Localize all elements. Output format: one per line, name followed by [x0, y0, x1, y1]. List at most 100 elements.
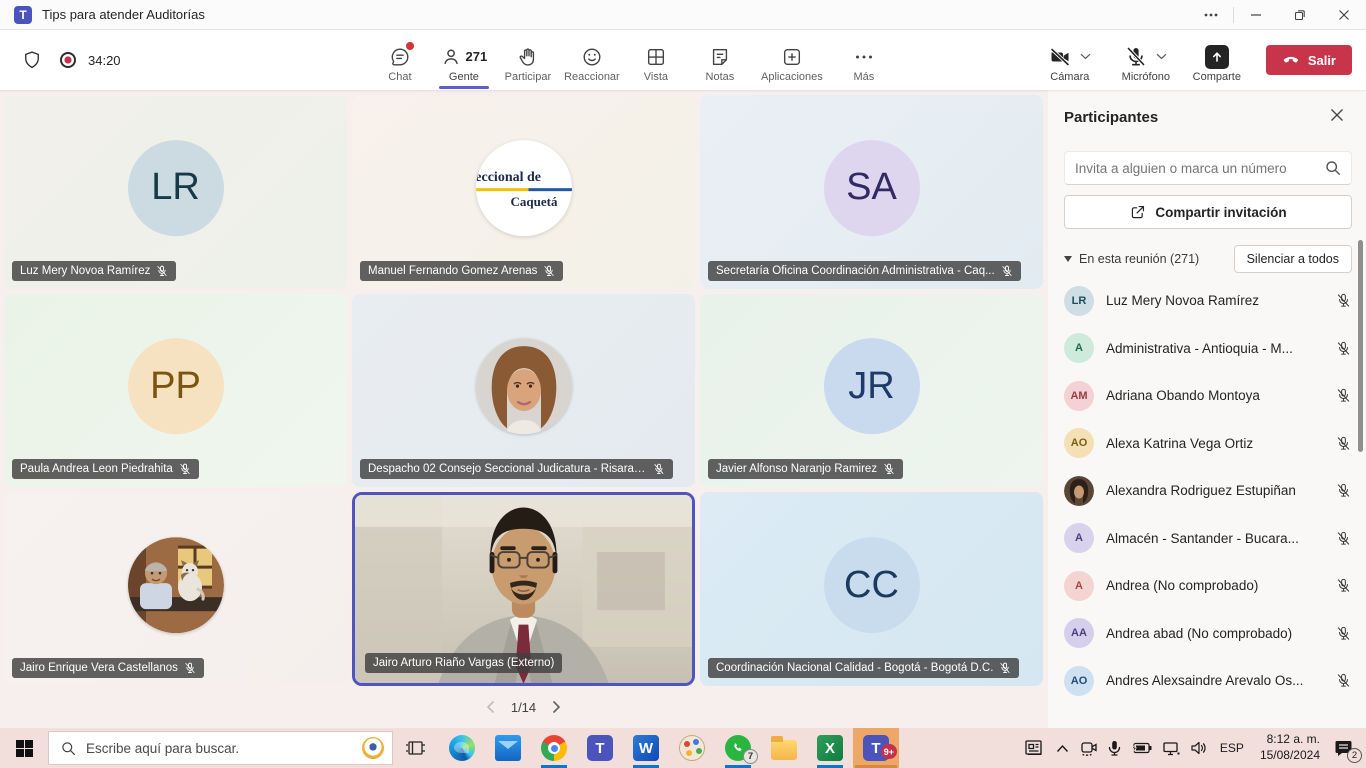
- taskbar-app-teams-meeting-active[interactable]: T 9+: [853, 728, 899, 768]
- tray-volume[interactable]: [1185, 728, 1212, 768]
- tray-mic-in-use[interactable]: [1103, 728, 1126, 768]
- video-tile-despacho-02[interactable]: Despacho 02 Consejo Seccional Judicatura…: [352, 294, 695, 488]
- window-more-button[interactable]: [1189, 0, 1233, 29]
- clock[interactable]: 8:12 a. m. 15/08/2024: [1252, 732, 1328, 763]
- whatsapp-badge: 7: [743, 749, 758, 764]
- participant-row[interactable]: AA Andrea abad (No comprobado): [1064, 610, 1352, 658]
- tray-network[interactable]: [1157, 728, 1185, 768]
- next-page-chevron-icon[interactable]: [552, 700, 561, 714]
- video-tile-javier-alfonso[interactable]: JR Javier Alfonso Naranjo Ramirez: [700, 294, 1043, 488]
- panel-scrollbar[interactable]: [1358, 240, 1363, 452]
- participant-row[interactable]: Alexandra Rodriguez Estupiñan: [1064, 467, 1352, 515]
- taskbar-app-teams[interactable]: T: [577, 728, 623, 768]
- participant-row[interactable]: A Almacén - Santander - Bucara...: [1064, 515, 1352, 563]
- tab-notas[interactable]: Notas: [691, 38, 749, 83]
- camera-button[interactable]: Cámara: [1034, 38, 1106, 83]
- close-panel-button[interactable]: [1326, 104, 1352, 131]
- video-tile-paula-andrea[interactable]: PP Paula Andrea Leon Piedrahita: [4, 294, 347, 488]
- share-content-button[interactable]: Comparte: [1186, 38, 1248, 83]
- tile-name-label: Javier Alfonso Naranjo Ramirez: [708, 459, 903, 479]
- video-tile-manuel-fernando[interactable]: Seccional de Caquetá Manuel Fernando Gom…: [352, 95, 695, 289]
- tray-battery[interactable]: [1126, 728, 1157, 768]
- ellipsis-icon: [1204, 8, 1218, 22]
- avatar: AM: [1064, 381, 1094, 411]
- taskbar-app-chrome[interactable]: [531, 728, 577, 768]
- speaker-icon: [1190, 741, 1207, 755]
- collapse-section-chevron-icon[interactable]: [1064, 256, 1072, 262]
- tile-name-label: Despacho 02 Consejo Seccional Judicatura…: [360, 459, 673, 479]
- start-button[interactable]: [0, 728, 48, 768]
- tray-expand-button[interactable]: [1051, 728, 1074, 768]
- avatar-initials: SA: [824, 140, 920, 236]
- restore-button[interactable]: [1278, 0, 1322, 29]
- mic-muted-icon: [1336, 673, 1351, 688]
- grid-pagination: 1/14: [4, 686, 1043, 728]
- video-tile-secretaria-caqueta[interactable]: SA Secretaría Oficina Coordinación Admin…: [700, 95, 1043, 289]
- mic-muted-icon: [883, 463, 895, 475]
- microphone-button[interactable]: Micrófono: [1110, 38, 1182, 83]
- avatar: AO: [1064, 666, 1094, 696]
- video-tile-jairo-enrique[interactable]: Jairo Enrique Vera Castellanos: [4, 492, 347, 686]
- taskbar-app-excel[interactable]: X: [807, 728, 853, 768]
- mic-off-icon: [1124, 45, 1148, 69]
- participant-row[interactable]: A Administrativa - Antioquia - M...: [1064, 325, 1352, 373]
- participant-row[interactable]: AO Andres Alexsaindre Arevalo Os...: [1064, 657, 1352, 705]
- participant-row[interactable]: LR Luz Mery Novoa Ramírez: [1064, 277, 1352, 325]
- taskbar-app-whatsapp[interactable]: 7: [715, 728, 761, 768]
- invite-search-input[interactable]: [1075, 161, 1325, 176]
- tab-participar[interactable]: Participar: [499, 38, 557, 83]
- tab-vista[interactable]: Vista: [627, 38, 685, 83]
- leave-meeting-button[interactable]: Salir: [1266, 45, 1352, 75]
- tab-chat[interactable]: Chat: [371, 38, 429, 83]
- tray-time: 8:12 a. m.: [1260, 732, 1320, 748]
- teams-notification-badge: 9+: [881, 744, 897, 759]
- teams-app-icon: T: [14, 6, 32, 24]
- mic-muted-icon: [1336, 341, 1351, 356]
- taskbar-app-paint[interactable]: [669, 728, 715, 768]
- video-tile-jairo-arturo-active-speaker[interactable]: Jairo Arturo Riaño Vargas (Externo): [352, 492, 695, 686]
- mic-muted-icon: [156, 265, 168, 277]
- edge-icon: [449, 735, 475, 761]
- mic-muted-icon: [653, 463, 665, 475]
- mic-muted-icon: [1336, 531, 1351, 546]
- taskbar-app-word[interactable]: W: [623, 728, 669, 768]
- tab-gente[interactable]: 271 Gente: [435, 38, 493, 83]
- notification-center-button[interactable]: 2: [1328, 728, 1366, 768]
- widgets-news-button[interactable]: [1019, 728, 1051, 768]
- tile-name-label: Manuel Fernando Gomez Arenas: [360, 261, 563, 281]
- participant-row[interactable]: A Andrea (No comprobado): [1064, 562, 1352, 610]
- mic-dropdown-chevron-icon[interactable]: [1156, 53, 1167, 60]
- mic-muted-icon: [999, 662, 1011, 674]
- mic-muted-icon: [543, 265, 555, 277]
- participant-row[interactable]: AM Adriana Obando Montoya: [1064, 372, 1352, 420]
- tab-aplicaciones[interactable]: Aplicaciones: [755, 38, 829, 83]
- mic-muted-icon: [184, 662, 196, 674]
- meeting-toolbar: 34:20 Chat 271 Gente Participar: [0, 30, 1366, 90]
- taskbar-app-explorer[interactable]: [761, 728, 807, 768]
- tab-reaccionar[interactable]: Reaccionar: [563, 38, 621, 83]
- camera-dropdown-chevron-icon[interactable]: [1080, 53, 1091, 60]
- tab-mas[interactable]: Más: [835, 38, 893, 83]
- mute-all-button[interactable]: Silenciar a todos: [1234, 245, 1352, 273]
- taskbar-app-edge[interactable]: [439, 728, 485, 768]
- avatar: AO: [1064, 428, 1094, 458]
- close-button[interactable]: [1322, 0, 1366, 29]
- taskbar-search-box[interactable]: Escribe aquí para buscar.: [48, 731, 393, 765]
- task-view-button[interactable]: [393, 728, 439, 768]
- notes-icon: [709, 46, 731, 68]
- participants-list: LR Luz Mery Novoa Ramírez A Administrati…: [1064, 277, 1352, 705]
- avatar: LR: [1064, 286, 1094, 316]
- tile-name-label: Luz Mery Novoa Ramírez: [12, 261, 176, 281]
- participant-row[interactable]: AO Alexa Katrina Vega Ortiz: [1064, 420, 1352, 468]
- video-tile-luz-mery[interactable]: LR Luz Mery Novoa Ramírez: [4, 95, 347, 289]
- mic-muted-icon: [1336, 293, 1351, 308]
- video-tile-coordinacion-calidad[interactable]: CC Coordinación Nacional Calidad - Bogot…: [700, 492, 1043, 686]
- profile-photo-avatar: [476, 339, 572, 435]
- language-indicator[interactable]: ESP: [1212, 741, 1252, 755]
- taskbar-app-mail[interactable]: [485, 728, 531, 768]
- share-invitation-button[interactable]: Compartir invitación: [1064, 195, 1352, 229]
- previous-page-chevron-icon[interactable]: [486, 700, 495, 714]
- invite-search-box[interactable]: [1064, 151, 1352, 185]
- tray-camera-in-use[interactable]: [1074, 728, 1103, 768]
- minimize-button[interactable]: [1234, 0, 1278, 29]
